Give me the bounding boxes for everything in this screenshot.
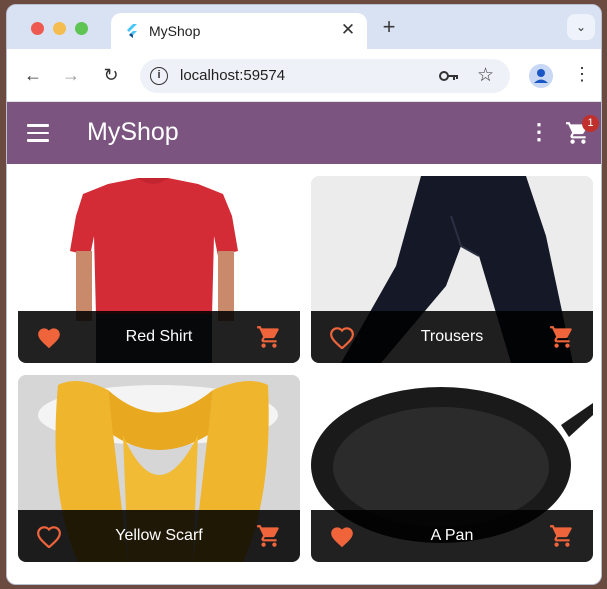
more-options-icon[interactable]: ⋮	[528, 120, 550, 146]
back-button[interactable]: ←	[21, 63, 45, 87]
forward-button[interactable]: →	[59, 63, 83, 87]
tile-footer: A Pan	[311, 510, 593, 562]
product-tile-red-shirt[interactable]: Red Shirt	[18, 176, 300, 363]
app-bar: MyShop ⋮ 1	[7, 102, 601, 164]
heart-filled-icon[interactable]	[329, 524, 355, 548]
heart-outline-icon[interactable]	[329, 325, 355, 349]
cart-badge: 1	[582, 115, 599, 132]
address-bar[interactable]: i localhost:59574 ☆	[140, 59, 510, 93]
close-tab-icon[interactable]: ✕	[337, 19, 359, 41]
maximize-window-button[interactable]	[75, 22, 88, 35]
product-name: Yellow Scarf	[115, 527, 203, 544]
product-tile-yellow-scarf[interactable]: Yellow Scarf	[18, 375, 300, 562]
tab-title: MyShop	[149, 23, 201, 39]
browser-menu-icon[interactable]: ⋮	[573, 63, 591, 87]
profile-avatar[interactable]	[529, 64, 553, 88]
add-to-cart-icon[interactable]	[256, 324, 282, 350]
bookmark-star-icon[interactable]: ☆	[477, 64, 494, 87]
tile-footer: Yellow Scarf	[18, 510, 300, 562]
product-name: A Pan	[430, 527, 474, 544]
heart-filled-icon[interactable]	[36, 325, 62, 349]
app-viewport: MyShop ⋮ 1 Red Shirt Trousers Yellow Sca…	[7, 102, 601, 584]
tab-myshop[interactable]: MyShop ✕	[111, 13, 367, 49]
password-key-icon[interactable]	[438, 66, 460, 86]
heart-outline-icon[interactable]	[36, 524, 62, 548]
tile-footer: Trousers	[311, 311, 593, 363]
browser-toolbar: ← → ↻ i localhost:59574 ☆ ⋮	[7, 49, 601, 102]
add-to-cart-icon[interactable]	[549, 523, 575, 549]
add-to-cart-icon[interactable]	[549, 324, 575, 350]
flutter-icon	[127, 24, 137, 38]
tile-footer: Red Shirt	[18, 311, 300, 363]
app-title: MyShop	[87, 118, 179, 146]
url-text[interactable]: localhost:59574	[180, 67, 285, 84]
reload-button[interactable]: ↻	[99, 63, 123, 87]
product-name: Red Shirt	[125, 328, 193, 345]
new-tab-button[interactable]: +	[377, 16, 401, 40]
close-window-button[interactable]	[31, 22, 44, 35]
product-tile-trousers[interactable]: Trousers	[311, 176, 593, 363]
tab-search-button[interactable]: ⌄	[567, 14, 595, 40]
product-tile-a-pan[interactable]: A Pan	[311, 375, 593, 562]
add-to-cart-icon[interactable]	[256, 523, 282, 549]
tab-strip: MyShop ✕ + ⌄	[7, 5, 601, 49]
minimize-window-button[interactable]	[53, 22, 66, 35]
site-info-icon[interactable]: i	[150, 67, 168, 85]
menu-icon[interactable]	[27, 124, 49, 142]
browser-window: MyShop ✕ + ⌄ ← → ↻ i localhost:59574 ☆ ⋮	[6, 4, 602, 585]
product-name: Trousers	[420, 328, 484, 345]
